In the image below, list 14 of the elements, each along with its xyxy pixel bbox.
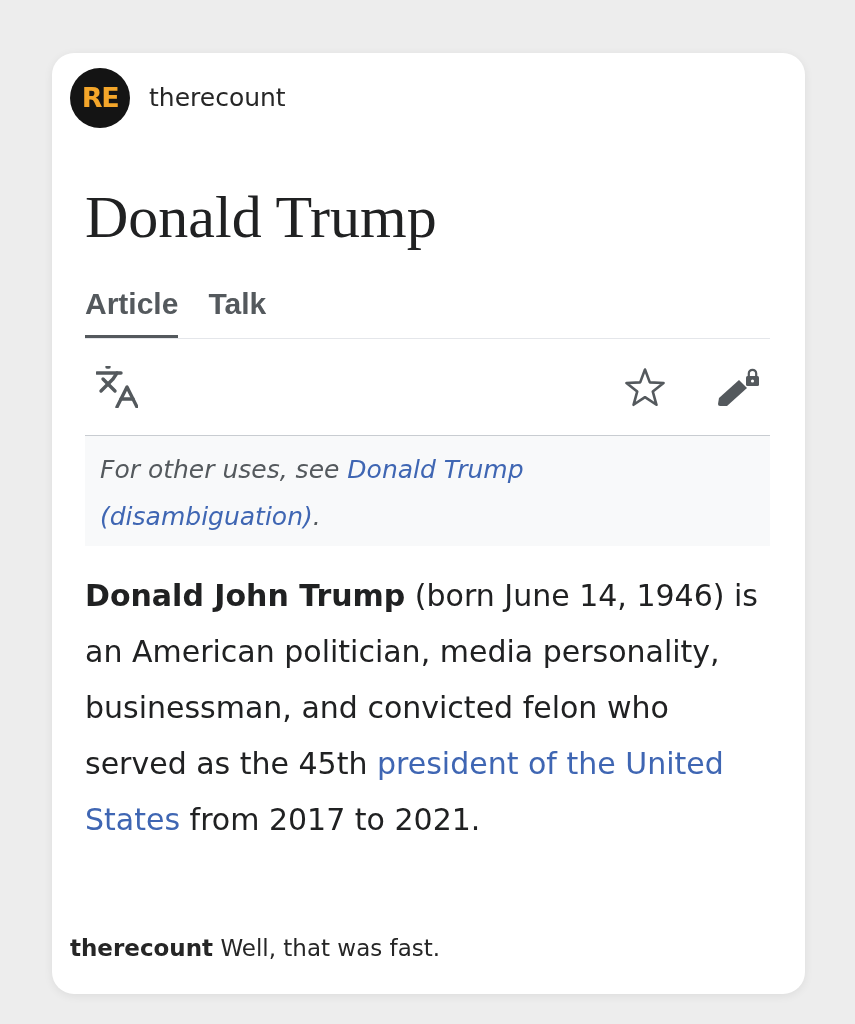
article-link[interactable]: (disambiguation) <box>100 502 313 531</box>
article-link[interactable]: States <box>85 802 181 837</box>
account-name[interactable]: therecount <box>149 83 286 113</box>
article-link[interactable]: Donald Trump <box>347 455 524 484</box>
article-tab[interactable]: Talk <box>208 289 267 338</box>
article-tab[interactable]: Article <box>85 289 179 338</box>
account-avatar[interactable]: RE <box>70 68 130 128</box>
hatnote-text: For other uses, see Donald Trump (disambiguation). <box>100 454 525 533</box>
pencil-lock-icon[interactable] <box>716 366 760 408</box>
post-caption: therecount Well, that was fast. <box>69 934 442 962</box>
article-link[interactable]: president of the United <box>377 746 724 781</box>
translate-icon[interactable] <box>96 366 138 408</box>
lead-paragraph: Donald John Trump (born June 14, 1946) is an American politician, media personality, businessman, and convicted felon who served as the 45th president of the United States from 2017 to 2021. <box>85 577 759 839</box>
star-icon[interactable] <box>624 367 666 407</box>
